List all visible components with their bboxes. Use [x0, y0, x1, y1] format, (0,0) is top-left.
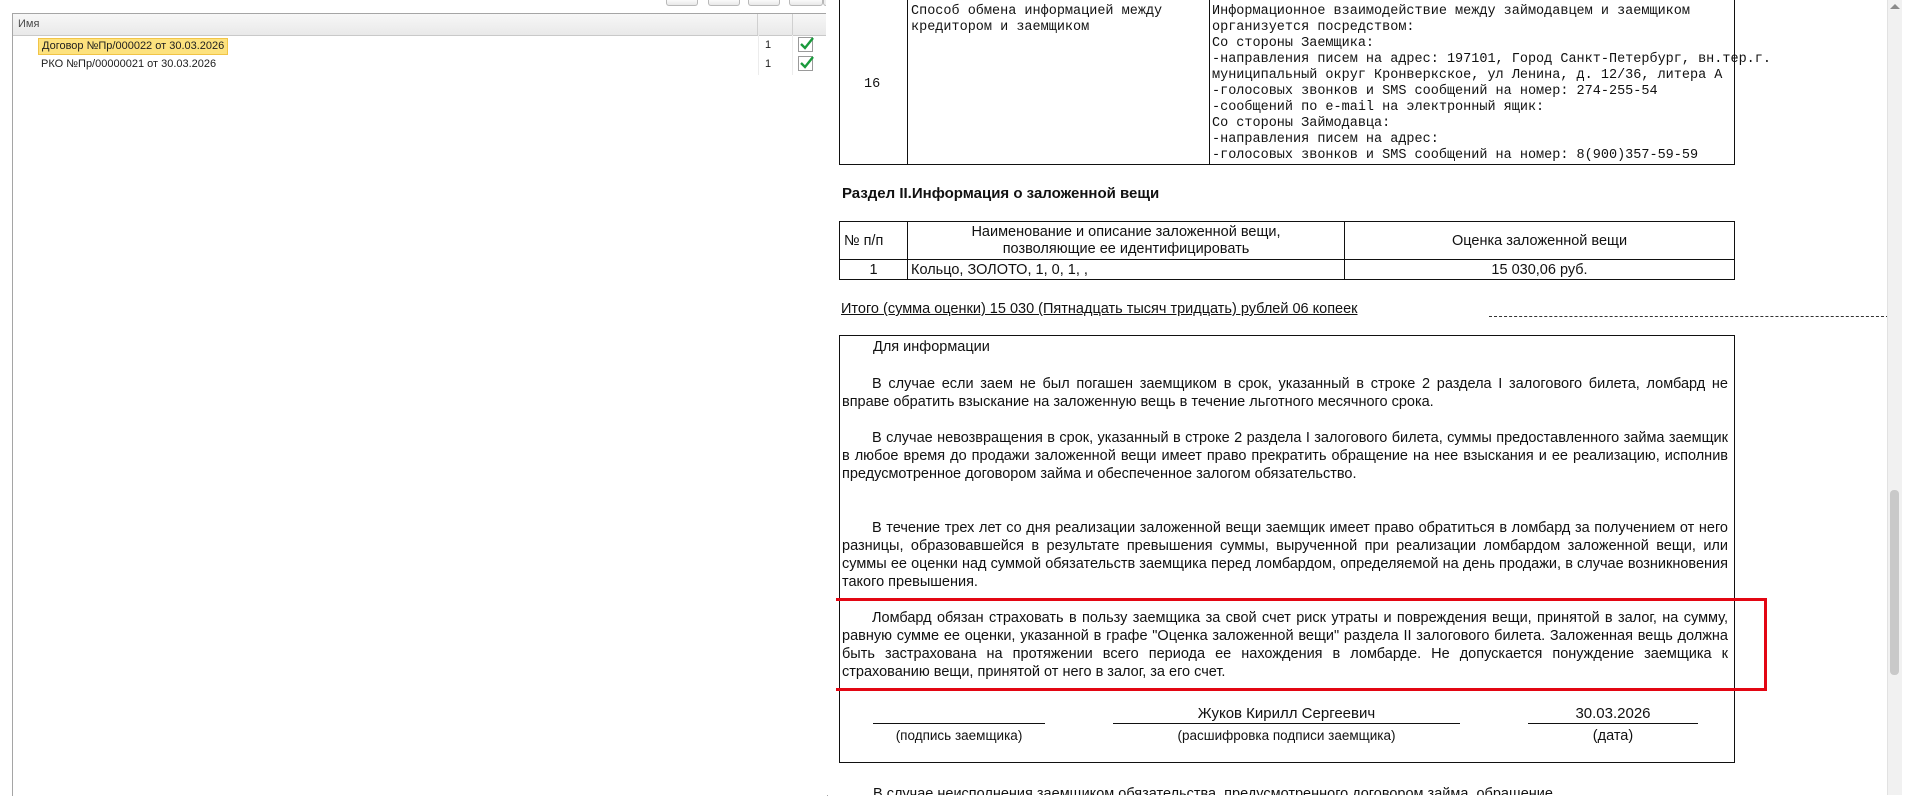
table-border	[839, 259, 1735, 260]
scroll-thumb[interactable]	[1890, 490, 1899, 675]
pledge-row-value: 15 030,06 руб.	[1491, 262, 1588, 278]
pledge-row-desc: Кольцо, ЗОЛОТО, 1, 0, 1, ,	[911, 262, 1088, 278]
table-border	[839, 164, 1735, 165]
info-title: Для информации	[873, 339, 990, 355]
vertical-scrollbar[interactable]	[1887, 0, 1902, 795]
column-header-label: Имя	[18, 18, 40, 30]
toolbar-button[interactable]	[666, 0, 698, 6]
row-number: 16	[864, 77, 881, 92]
list-header: Имя	[13, 14, 827, 36]
footer-paragraph: В случае неисполнения заемщиком обязател…	[873, 786, 1553, 795]
annotation-highlight-box	[833, 598, 1767, 691]
list-item-count: 1	[765, 39, 772, 51]
row-value-line: -голосовых звонков и SMS сообщений на но…	[1212, 84, 1658, 99]
table-border	[907, 0, 908, 165]
column-divider	[758, 35, 759, 75]
table-border	[839, 221, 1735, 222]
column-header-count[interactable]	[758, 14, 793, 35]
row-value-line: -направления писем на адрес:	[1212, 132, 1439, 147]
row-value-line: -голосовых звонков и SMS сообщений на но…	[1212, 148, 1699, 163]
table-header-desc: позволяющие ее идентифицировать	[1002, 241, 1250, 257]
column-header-check[interactable]	[792, 14, 827, 35]
scroll-up-icon[interactable]	[1890, 4, 1900, 9]
list-item-name: Договор №Пр/000022 от 30.03.2026	[38, 38, 229, 55]
row-value-line: муниципальный округ Кронверкское, ул Лен…	[1212, 68, 1723, 83]
table-border	[839, 0, 840, 165]
document-list-panel: Имя Договор №Пр/000022 от 30.03.2026 1 Р…	[0, 0, 828, 796]
check-icon	[800, 56, 814, 69]
signature-line	[873, 723, 1045, 724]
row-label: Способ обмена информацией между	[911, 4, 1163, 19]
signature-date: 30.03.2026	[1575, 705, 1651, 722]
box-border	[839, 762, 1735, 763]
signature-label: (дата)	[1592, 728, 1634, 744]
document-list: Имя Договор №Пр/000022 от 30.03.2026 1 Р…	[12, 13, 828, 796]
table-border	[1734, 221, 1735, 280]
column-header-name[interactable]: Имя	[13, 14, 758, 35]
section-title: Раздел II.Информация о заложенной вещи	[842, 185, 1160, 202]
list-item[interactable]: Договор №Пр/000022 от 30.03.2026 1	[13, 36, 827, 55]
signature-label: (подпись заемщика)	[895, 728, 1023, 743]
toolbar-button[interactable]	[708, 0, 740, 6]
table-header-desc: Наименование и описание заложенной вещи,	[971, 224, 1281, 240]
info-paragraph: В случае невозвращения в срок, указанный…	[842, 430, 1728, 482]
table-border	[1734, 0, 1735, 165]
row-value-line: Со стороны Займодавца:	[1212, 116, 1391, 131]
info-paragraph: В случае если заем не был погашен заемщи…	[842, 376, 1728, 410]
list-item[interactable]: РКО №Пр/00000021 от 30.03.2026 1	[13, 55, 827, 74]
row-value-line: Со стороны Заемщика:	[1212, 36, 1375, 51]
row-value-line: Информационное взаимодействие между займ…	[1212, 4, 1690, 19]
row-value-line: -направления писем на адрес: 197101, Гор…	[1212, 52, 1771, 67]
list-item-count: 1	[765, 58, 772, 70]
signature-line	[1528, 723, 1698, 724]
box-border	[839, 335, 840, 763]
signature-label: (расшифровка подписи заемщика)	[1177, 728, 1396, 743]
table-border	[839, 279, 1735, 280]
print-preview: 16 Способ обмена информацией между креди…	[832, 0, 1903, 795]
row-value-line: -сообщений по e-mail на электронный ящик…	[1212, 100, 1545, 115]
panel-splitter[interactable]	[826, 0, 836, 795]
pledge-row-num: 1	[869, 262, 878, 278]
list-item-name: РКО №Пр/00000021 от 30.03.2026	[41, 58, 217, 70]
toolbar-button[interactable]	[789, 0, 823, 6]
table-header-value: Оценка заложенной вещи	[1451, 233, 1628, 249]
box-border	[1734, 335, 1735, 763]
row-label: кредитором и заемщиком	[911, 20, 1090, 35]
column-divider	[792, 35, 793, 75]
signature-line	[1113, 723, 1460, 724]
row-value-line: организуется посредством:	[1212, 20, 1415, 35]
dash-line	[1489, 316, 1889, 317]
toolbar-button[interactable]	[748, 0, 780, 6]
info-paragraph: В течение трех лет со дня реализации зал…	[842, 520, 1728, 590]
check-icon	[800, 37, 814, 50]
table-border	[1209, 0, 1210, 165]
total-line: Итого (сумма оценки) 15 030 (Пятнадцать …	[841, 301, 1358, 317]
list-item-checkbox[interactable]	[798, 56, 814, 71]
table-header-num: № п/п	[844, 233, 884, 249]
borrower-name: Жуков Кирилл Сергеевич	[1197, 705, 1376, 722]
box-border	[839, 335, 1735, 336]
list-item-checkbox[interactable]	[798, 37, 814, 52]
